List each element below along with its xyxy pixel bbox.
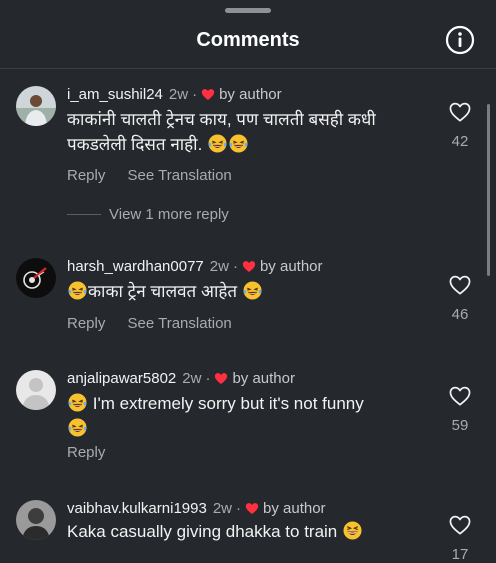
see-translation-button[interactable]: See Translation	[128, 167, 232, 184]
like-count: 59	[451, 417, 469, 434]
separator-dot: ·	[205, 370, 211, 387]
comment-text: Kaka casually giving dhakka to train	[67, 519, 437, 544]
separator-dot: ·	[192, 86, 198, 103]
comment-text: काकांनी चालती ट्रेनच काय, पण चालती बसही …	[67, 107, 437, 157]
separator-dot: ·	[232, 258, 238, 275]
like-heart-icon[interactable]	[449, 275, 471, 295]
by-author-label: by author	[219, 86, 282, 103]
reply-button[interactable]: Reply	[67, 315, 105, 332]
username[interactable]: anjalipawar5802	[67, 370, 176, 387]
scrollbar[interactable]	[487, 104, 490, 276]
comment-text-content: Kaka casually giving dhakka to train	[67, 522, 342, 541]
heart-icon	[242, 260, 256, 273]
comment-meta: vaibhav.kulkarni1993 2w · by author	[67, 500, 326, 517]
username[interactable]: harsh_wardhan0077	[67, 258, 204, 275]
separator-dot: ·	[236, 500, 241, 517]
timestamp: 2w	[182, 370, 202, 387]
like-heart-icon[interactable]	[449, 102, 471, 122]
view-more-replies-label: View 1 more reply	[109, 206, 229, 223]
by-author-label: by author	[232, 370, 295, 387]
heart-icon	[245, 502, 259, 515]
timestamp: 2w	[212, 500, 232, 517]
grinning-squint-emoji-icon	[343, 521, 362, 540]
heart-icon	[214, 372, 228, 385]
username[interactable]: vaibhav.kulkarni1993	[67, 500, 207, 517]
like-heart-icon[interactable]	[449, 386, 471, 406]
like-count: 17	[451, 546, 469, 563]
like-heart-icon[interactable]	[449, 515, 471, 535]
laughing-emoji-icon	[208, 134, 227, 153]
username[interactable]: i_am_sushil24	[67, 86, 163, 103]
by-author-label: by author	[259, 258, 323, 275]
reply-button[interactable]: Reply	[67, 444, 105, 461]
comment-text: I'm extremely sorry but it's not funny	[67, 391, 437, 441]
laughing-emoji-icon	[68, 418, 87, 437]
laughing-emoji-icon	[243, 281, 262, 300]
avatar[interactable]	[16, 370, 56, 410]
drag-handle[interactable]	[225, 8, 271, 13]
page-title: Comments	[196, 29, 300, 51]
info-icon[interactable]	[445, 25, 475, 55]
see-translation-button[interactable]: See Translation	[128, 315, 232, 332]
comment-meta: anjalipawar5802 2w · by author	[67, 370, 295, 387]
laughing-emoji-icon	[229, 134, 248, 153]
comment-actions: Reply	[67, 444, 105, 461]
comment-text-content: I'm extremely sorry but it's not funny	[88, 394, 364, 413]
like-count: 46	[451, 306, 469, 323]
header-divider	[0, 68, 496, 69]
timestamp: 2w	[168, 86, 189, 103]
replies-line	[67, 214, 101, 215]
avatar[interactable]	[16, 500, 56, 540]
comment-actions: Reply See Translation	[67, 315, 232, 332]
comment-text-content: काका ट्रेन चालवत आहेत	[88, 282, 242, 301]
view-more-replies-button[interactable]: View 1 more reply	[67, 206, 229, 223]
comment-meta: harsh_wardhan0077 2w · by author	[67, 258, 323, 275]
avatar[interactable]	[16, 258, 56, 298]
reply-button[interactable]: Reply	[67, 167, 105, 184]
comment-text: काका ट्रेन चालवत आहेत	[67, 279, 437, 304]
timestamp: 2w	[209, 258, 229, 275]
laughing-emoji-icon	[68, 281, 87, 300]
heart-icon	[201, 88, 215, 101]
like-count: 42	[451, 133, 469, 150]
by-author-label: by author	[263, 500, 326, 517]
comment-meta: i_am_sushil24 2w · by author	[67, 86, 282, 103]
avatar[interactable]	[16, 86, 56, 126]
comment-actions: Reply See Translation	[67, 167, 232, 184]
laughing-emoji-icon	[68, 393, 87, 412]
